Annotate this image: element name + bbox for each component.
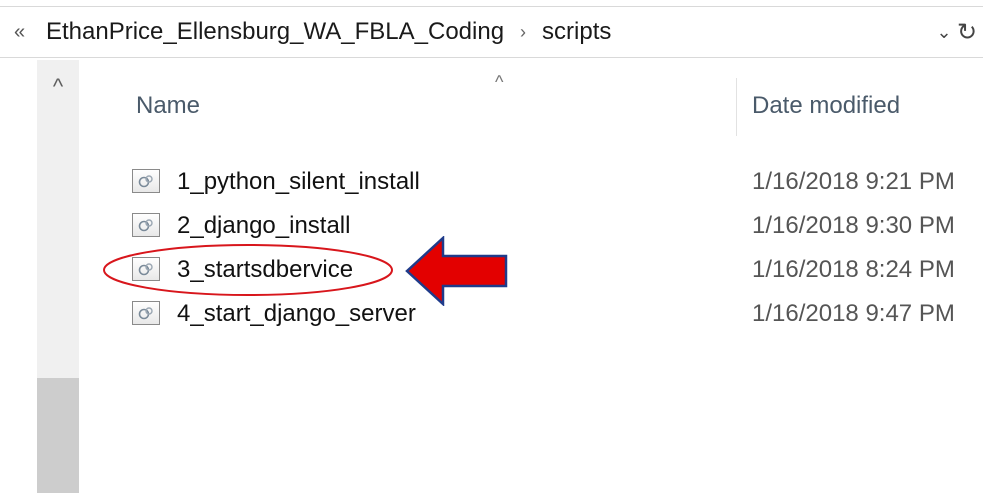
script-file-icon <box>132 257 160 281</box>
file-row[interactable]: 1_python_silent_install 1/16/2018 9:21 P… <box>80 160 983 204</box>
breadcrumb-item-scripts[interactable]: scripts <box>536 18 617 46</box>
vertical-scrollbar[interactable]: ^ <box>37 60 79 493</box>
file-date-modified: 1/16/2018 9:47 PM <box>752 300 955 327</box>
file-date-modified: 1/16/2018 8:24 PM <box>752 256 955 283</box>
file-name[interactable]: 1_python_silent_install <box>177 168 420 196</box>
file-name[interactable]: 4_start_django_server <box>177 300 416 328</box>
column-header: ^ Name Date modified <box>80 60 983 140</box>
file-name[interactable]: 2_django_install <box>177 212 350 240</box>
script-file-icon <box>132 213 160 237</box>
address-bar[interactable]: « EthanPrice_Ellensburg_WA_FBLA_Coding ›… <box>0 6 983 58</box>
file-explorer-window: « EthanPrice_Ellensburg_WA_FBLA_Coding ›… <box>0 0 983 493</box>
breadcrumb-item-project-folder[interactable]: EthanPrice_Ellensburg_WA_FBLA_Coding <box>40 18 510 46</box>
file-row[interactable]: 3_startsdbervice 1/16/2018 8:24 PM <box>80 248 983 292</box>
column-header-date-modified[interactable]: Date modified <box>752 92 900 120</box>
column-header-name[interactable]: Name <box>136 92 200 120</box>
file-list: 1_python_silent_install 1/16/2018 9:21 P… <box>80 160 983 336</box>
file-row[interactable]: 2_django_install 1/16/2018 9:30 PM <box>80 204 983 248</box>
script-file-icon <box>132 301 160 325</box>
scroll-up-icon[interactable]: ^ <box>37 74 79 100</box>
file-name[interactable]: 3_startsdbervice <box>177 256 353 284</box>
script-file-icon <box>132 169 160 193</box>
address-dropdown-icon[interactable]: ⌄ <box>931 22 957 43</box>
breadcrumb-overflow-icon[interactable]: « <box>14 21 40 44</box>
refresh-icon[interactable]: ↻ <box>957 18 983 47</box>
scrollbar-thumb[interactable] <box>37 378 79 493</box>
file-date-modified: 1/16/2018 9:30 PM <box>752 212 955 239</box>
file-date-modified: 1/16/2018 9:21 PM <box>752 168 955 195</box>
breadcrumb-separator-icon[interactable]: › <box>510 22 536 43</box>
column-divider[interactable] <box>736 78 737 136</box>
sort-ascending-icon: ^ <box>495 72 504 92</box>
file-row[interactable]: 4_start_django_server 1/16/2018 9:47 PM <box>80 292 983 336</box>
